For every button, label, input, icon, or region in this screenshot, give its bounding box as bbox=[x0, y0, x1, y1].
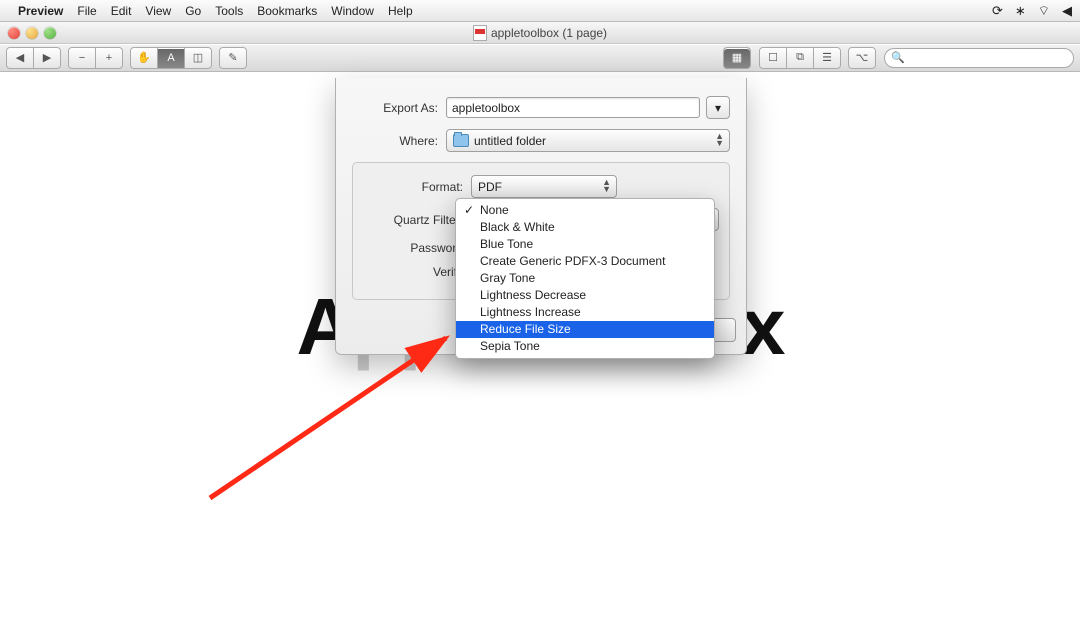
window-title-text: appletoolbox (1 page) bbox=[491, 26, 607, 40]
check-icon: ✓ bbox=[464, 202, 474, 219]
quartz-option-blue-tone[interactable]: Blue Tone bbox=[456, 236, 714, 253]
layout-segment: ☐ ⧉ ☰ bbox=[759, 47, 840, 69]
volume-icon[interactable]: ◀ bbox=[1062, 3, 1072, 19]
menubar-item-go[interactable]: Go bbox=[185, 4, 201, 18]
hand-tool-button[interactable]: ✋ bbox=[130, 47, 158, 69]
menubar-item-help[interactable]: Help bbox=[388, 4, 413, 18]
edit-annotate-button[interactable]: ✎ bbox=[219, 47, 247, 69]
quartz-option-lightness-decrease[interactable]: Lightness Decrease bbox=[456, 287, 714, 304]
chevron-down-icon: ▾ bbox=[715, 101, 721, 115]
search-icon: 🔍 bbox=[891, 51, 905, 64]
minus-icon: − bbox=[79, 52, 85, 64]
quartz-option-reduce-file-size[interactable]: Reduce File Size bbox=[456, 321, 714, 338]
text-select-tool-button[interactable]: A bbox=[157, 47, 185, 69]
menubar-item-bookmarks[interactable]: Bookmarks bbox=[257, 4, 317, 18]
quartz-option-lightness-increase[interactable]: Lightness Increase bbox=[456, 304, 714, 321]
chevron-left-icon: ◀ bbox=[16, 51, 24, 64]
quartz-filter-menu: ✓None Black & White Blue Tone Create Gen… bbox=[455, 198, 715, 359]
verify-label: Verify bbox=[363, 265, 463, 279]
menubar-item-tools[interactable]: Tools bbox=[215, 4, 243, 18]
quartz-option-sepia-tone[interactable]: Sepia Tone bbox=[456, 338, 714, 355]
marquee-icon: ◫ bbox=[193, 51, 203, 64]
export-as-field[interactable]: appletoolbox bbox=[446, 97, 700, 118]
sync-icon[interactable]: ⟳ bbox=[992, 3, 1003, 19]
sheet-icon: ☰ bbox=[822, 51, 832, 64]
window-title: appletoolbox (1 page) bbox=[0, 25, 1080, 41]
chevron-right-icon: ▶ bbox=[43, 51, 51, 64]
where-label: Where: bbox=[352, 134, 438, 148]
pencil-icon: ✎ bbox=[228, 51, 237, 64]
format-label: Format: bbox=[363, 180, 463, 194]
menubar-item-file[interactable]: File bbox=[77, 4, 96, 18]
layout-facing-button[interactable]: ⧉ bbox=[786, 47, 814, 69]
quartz-option-pdfx3[interactable]: Create Generic PDFX-3 Document bbox=[456, 253, 714, 270]
tool-mode-segment: ✋ A ◫ bbox=[130, 47, 211, 69]
nav-prev-button[interactable]: ◀ bbox=[6, 47, 34, 69]
menubar-item-edit[interactable]: Edit bbox=[111, 4, 132, 18]
preview-toolbar: ◀ ▶ − + ✋ A ◫ ✎ ▦ ☐ ⧉ ☰ ⌥ 🔍 bbox=[0, 44, 1080, 72]
format-select[interactable]: PDF ▲▼ bbox=[471, 175, 617, 198]
where-select[interactable]: untitled folder ▲▼ bbox=[446, 129, 730, 152]
layout-sheet-button[interactable]: ☰ bbox=[813, 47, 841, 69]
grid-icon: ▦ bbox=[732, 51, 742, 64]
menubar-right: ⟳ ∗ ⌔ ◀ bbox=[992, 3, 1072, 19]
bluetooth-icon[interactable]: ∗ bbox=[1015, 3, 1026, 19]
page-icon: ☐ bbox=[768, 51, 778, 64]
bg-text-tail: x bbox=[741, 282, 784, 371]
updown-icon: ▲▼ bbox=[602, 179, 611, 193]
toolbar-overflow-button[interactable]: ⌥ bbox=[848, 47, 876, 69]
menubar-items: Preview File Edit View Go Tools Bookmark… bbox=[18, 4, 413, 18]
view-mode-button[interactable]: ▦ bbox=[723, 47, 751, 69]
zoom-segment: − + bbox=[68, 47, 122, 69]
zoom-out-button[interactable]: − bbox=[68, 47, 96, 69]
quartz-option-gray-tone[interactable]: Gray Tone bbox=[456, 270, 714, 287]
menubar-item-view[interactable]: View bbox=[145, 4, 171, 18]
export-as-label: Export As: bbox=[352, 101, 438, 115]
folder-icon bbox=[453, 134, 469, 147]
where-value: untitled folder bbox=[474, 134, 546, 148]
quartz-option-black-white[interactable]: Black & White bbox=[456, 219, 714, 236]
menubar-item-window[interactable]: Window bbox=[331, 4, 374, 18]
nav-segment: ◀ ▶ bbox=[6, 47, 60, 69]
nav-next-button[interactable]: ▶ bbox=[33, 47, 61, 69]
overflow-icon: ⌥ bbox=[856, 51, 869, 64]
menubar-app-name[interactable]: Preview bbox=[18, 4, 63, 18]
format-value: PDF bbox=[478, 180, 502, 194]
text-select-icon: A bbox=[167, 52, 174, 64]
quartz-filter-label: Quartz Filter: bbox=[363, 213, 463, 227]
window-titlebar: appletoolbox (1 page) bbox=[0, 22, 1080, 44]
mac-menubar: Preview File Edit View Go Tools Bookmark… bbox=[0, 0, 1080, 22]
updown-icon: ▲▼ bbox=[715, 133, 724, 147]
quartz-option-none[interactable]: ✓None bbox=[456, 202, 714, 219]
layout-single-button[interactable]: ☐ bbox=[759, 47, 787, 69]
facing-icon: ⧉ bbox=[796, 51, 804, 64]
expand-dialog-button[interactable]: ▾ bbox=[706, 96, 730, 119]
document-pdf-icon bbox=[473, 25, 487, 41]
preview-window: appletoolbox (1 page) ◀ ▶ − + ✋ A ◫ ✎ ▦ … bbox=[0, 22, 1080, 72]
zoom-in-button[interactable]: + bbox=[95, 47, 123, 69]
rect-select-tool-button[interactable]: ◫ bbox=[184, 47, 212, 69]
wifi-icon[interactable]: ⌔ bbox=[1038, 3, 1050, 19]
search-field[interactable]: 🔍 bbox=[884, 48, 1074, 68]
plus-icon: + bbox=[106, 52, 112, 64]
hand-icon: ✋ bbox=[137, 51, 151, 64]
password-label: Password bbox=[363, 241, 463, 255]
